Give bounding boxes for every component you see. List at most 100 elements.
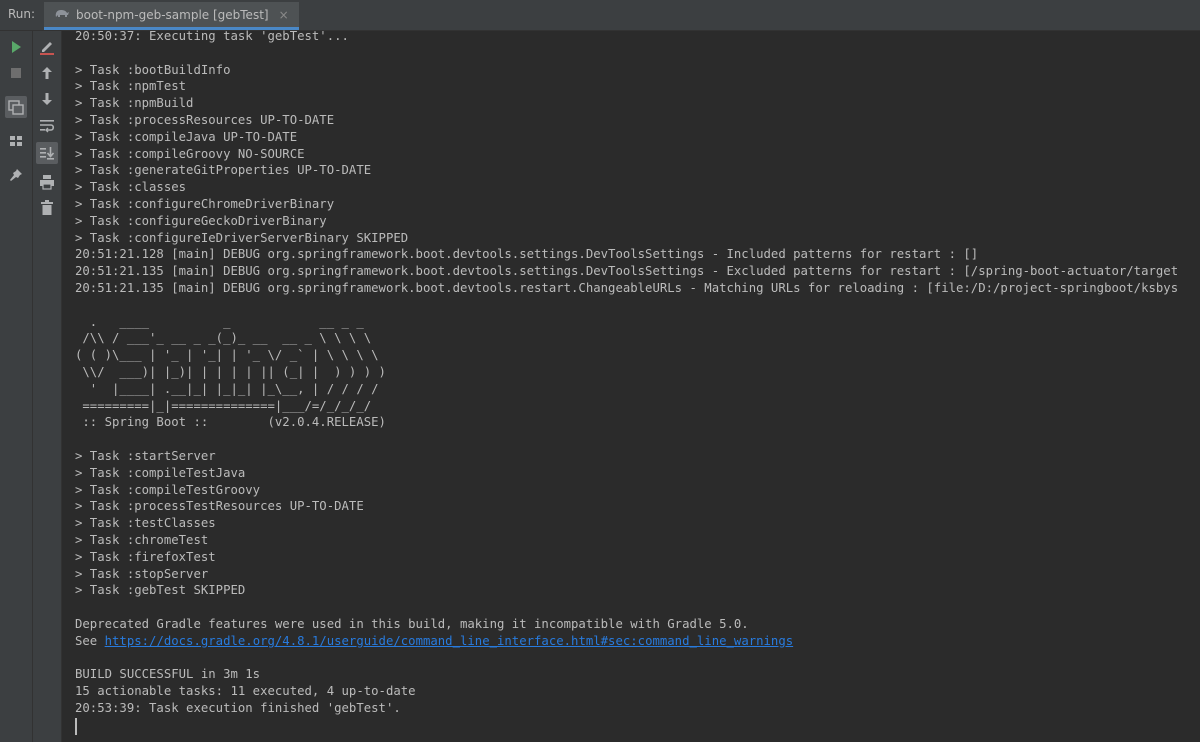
console-line: > Task :compileTestJava — [75, 465, 1200, 482]
down-stack-trace-button[interactable] — [36, 88, 58, 110]
console-line-text: > Task :testClasses — [75, 516, 216, 531]
tab-title: boot-npm-geb-sample [gebTest] — [76, 7, 269, 22]
arrow-up-icon — [40, 66, 54, 80]
console-line: 20:50:37: Executing task 'gebTest'... — [75, 28, 1200, 45]
console-line-text: > Task :classes — [75, 180, 187, 195]
play-icon — [9, 40, 23, 54]
console-line: > Task :compileTestGroovy — [75, 482, 1200, 499]
console-line: \\/ ___)| |_)| | | | | || (_| | ) ) ) ) — [75, 364, 1200, 381]
console-line: BUILD SUCCESSFUL in 3m 1s — [75, 666, 1200, 683]
layout-button[interactable] — [5, 130, 27, 152]
run-label: Run: — [8, 7, 36, 21]
clear-all-button[interactable] — [36, 197, 58, 219]
trash-icon — [40, 200, 54, 216]
console-line: > Task :startServer — [75, 448, 1200, 465]
console-line-text: Deprecated Gradle features were used in … — [75, 616, 749, 631]
console-line-text: > Task :chromeTest — [75, 532, 209, 547]
console-line: 15 actionable tasks: 11 executed, 4 up-t… — [75, 683, 1200, 700]
layout-icon — [9, 134, 23, 148]
console-line-text: 20:53:39: Task execution finished 'gebTe… — [75, 700, 401, 715]
console-line-text: :: Spring Boot :: (v2.0.4.RELEASE) — [75, 415, 386, 430]
console-line: > Task :compileJava UP-TO-DATE — [75, 129, 1200, 146]
console-input-line[interactable] — [75, 717, 1200, 735]
console-output[interactable]: 20:50:37: Executing task 'gebTest'... > T… — [75, 28, 1200, 742]
console-line: :: Spring Boot :: (v2.0.4.RELEASE) — [75, 414, 1200, 431]
text-caret — [75, 717, 77, 735]
console-line-text: > Task :configureIeDriverServerBinary SK… — [75, 230, 409, 245]
gradle-docs-link[interactable]: https://docs.gradle.org/4.8.1/userguide/… — [105, 634, 794, 648]
console-line: 20:51:21.135 [main] DEBUG org.springfram… — [75, 263, 1200, 280]
console-line-text: 20:51:21.135 [main] DEBUG org.springfram… — [75, 264, 1179, 279]
console-line-text: > Task :compileGroovy NO-SOURCE — [75, 146, 305, 161]
edit-pencil-icon — [39, 39, 55, 55]
console-line-text: ( ( )\___ | '_ | '_| | '_ \/ _` | \ \ \ … — [75, 348, 379, 363]
console-line-text: > Task :npmBuild — [75, 96, 194, 111]
console-line: > Task :classes — [75, 179, 1200, 196]
console-line-text: > Task :stopServer — [75, 566, 209, 581]
console-line: 20:51:21.135 [main] DEBUG org.springfram… — [75, 280, 1200, 297]
console-line: . ____ _ __ _ _ — [75, 314, 1200, 331]
arrow-down-icon — [40, 92, 54, 106]
console-line: ' |____| .__|_| |_|_| |_\__, | / / / / — [75, 381, 1200, 398]
console-line: > Task :npmTest — [75, 78, 1200, 95]
console-line: > Task :firefoxTest — [75, 549, 1200, 566]
close-tab-icon[interactable]: × — [279, 8, 289, 22]
console-line-text: > Task :configureGeckoDriverBinary — [75, 213, 327, 228]
console-line: /\\ / ___'_ __ _ _(_)_ __ __ _ \ \ \ \ — [75, 330, 1200, 347]
soft-wrap-icon — [39, 118, 55, 134]
print-button[interactable] — [36, 171, 58, 193]
console-line: > Task :compileGroovy NO-SOURCE — [75, 146, 1200, 163]
console-actions-toolbar — [33, 31, 62, 742]
console-line-text: 15 actionable tasks: 11 executed, 4 up-t… — [75, 684, 416, 699]
console-line: > Task :chromeTest — [75, 532, 1200, 549]
console-line-text: /\\ / ___'_ __ _ _(_)_ __ __ _ \ \ \ \ — [75, 331, 372, 346]
console-line: > Task :configureGeckoDriverBinary — [75, 213, 1200, 230]
console-line: > Task :stopServer — [75, 566, 1200, 583]
console-line-text: > Task :compileTestJava — [75, 465, 246, 480]
stop-icon — [10, 67, 22, 79]
gradle-elephant-icon — [54, 7, 70, 22]
console-line: 20:53:39: Task execution finished 'gebTe… — [75, 700, 1200, 717]
restore-layout-icon — [8, 99, 24, 115]
stop-button[interactable] — [5, 62, 27, 84]
edit-configuration-button[interactable] — [36, 36, 58, 58]
console-line: > Task :generateGitProperties UP-TO-DATE — [75, 162, 1200, 179]
console-line-text: > Task :configureChromeDriverBinary — [75, 196, 335, 211]
scroll-to-end-button[interactable] — [36, 142, 58, 164]
console-line-text: > Task :processResources UP-TO-DATE — [75, 112, 335, 127]
console-line: > Task :testClasses — [75, 515, 1200, 532]
rerun-button[interactable] — [5, 36, 27, 58]
soft-wrap-button[interactable] — [36, 115, 58, 137]
console-line: > Task :configureChromeDriverBinary — [75, 196, 1200, 213]
console-line: > Task :processTestResources UP-TO-DATE — [75, 498, 1200, 515]
console-line: > Task :configureIeDriverServerBinary SK… — [75, 230, 1200, 247]
pin-icon — [9, 168, 23, 182]
console-line-text: \\/ ___)| |_)| | | | | || (_| | ) ) ) ) — [75, 364, 386, 379]
console-line: > Task :bootBuildInfo — [75, 62, 1200, 79]
restore-layout-button[interactable] — [5, 96, 27, 118]
console-line-text: =========|_|==============|___/=/_/_/_/ — [75, 398, 372, 413]
console-line: ( ( )\___ | '_ | '_| | '_ \/ _` | \ \ \ … — [75, 347, 1200, 364]
console-line-text: > Task :gebTest SKIPPED — [75, 583, 246, 598]
console-line-text: 20:51:21.135 [main] DEBUG org.springfram… — [75, 280, 1179, 295]
console-line-text: > Task :startServer — [75, 448, 216, 463]
console-line: > Task :gebTest SKIPPED — [75, 582, 1200, 599]
tab-run-configuration[interactable]: boot-npm-geb-sample [gebTest] × — [44, 2, 299, 30]
console-line-text: > Task :firefoxTest — [75, 549, 216, 564]
console-line-text: > Task :processTestResources UP-TO-DATE — [75, 499, 364, 514]
console-line-text: 20:50:37: Executing task 'gebTest'... — [75, 29, 349, 43]
print-icon — [39, 174, 55, 190]
up-stack-trace-button[interactable] — [36, 62, 58, 84]
console-line: > Task :npmBuild — [75, 95, 1200, 112]
console-line-text: ' |____| .__|_| |_|_| |_\__, | / / / / — [75, 381, 379, 396]
console-line: See https://docs.gradle.org/4.8.1/usergu… — [75, 633, 1200, 650]
console-line-text: > Task :bootBuildInfo — [75, 62, 231, 77]
pin-tab-button[interactable] — [5, 164, 27, 186]
console-line-text: 20:51:21.128 [main] DEBUG org.springfram… — [75, 247, 979, 262]
console-line-text: See — [75, 633, 105, 648]
console-line-text: BUILD SUCCESSFUL in 3m 1s — [75, 667, 261, 682]
